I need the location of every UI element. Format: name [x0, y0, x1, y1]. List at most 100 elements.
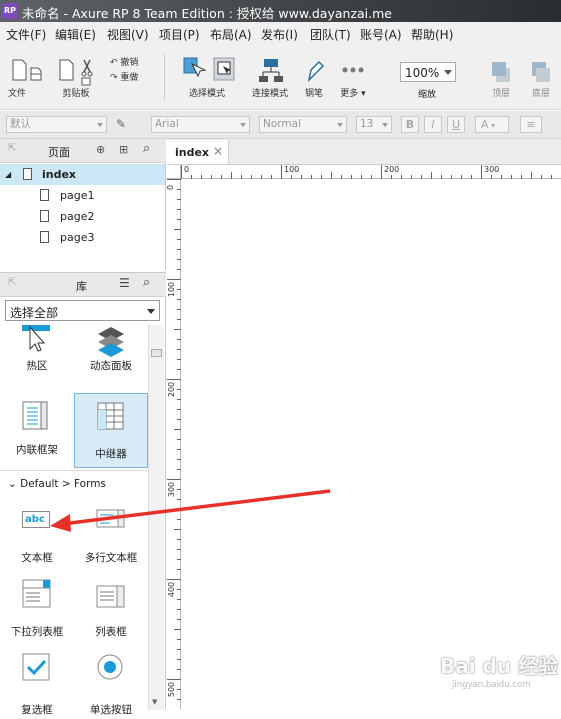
font-weight-select[interactable]: Normal — [259, 116, 347, 133]
collapse-library-icon[interactable]: ⇱ — [8, 277, 16, 288]
underline-button[interactable]: U — [447, 116, 465, 133]
font-size-value: 13 — [360, 118, 374, 130]
inline-frame-icon — [22, 401, 48, 430]
connect-mode-label: 连接模式 — [251, 89, 288, 99]
scroll-down-icon[interactable]: ▼ — [152, 698, 157, 706]
font-select[interactable]: Arial — [151, 116, 250, 133]
scroll-thumb[interactable] — [151, 349, 162, 357]
menu-edit[interactable]: 编辑(E) — [55, 26, 96, 43]
widget-hotspot[interactable]: 热区 — [0, 325, 74, 379]
text-color-glyph: A — [481, 118, 489, 131]
select-mode-button[interactable]: 选择模式 — [176, 56, 238, 99]
widget-label: 动态面板 — [90, 360, 132, 372]
undo-label: 撤销 — [120, 58, 139, 68]
connect-mode-button[interactable]: 连接模式 — [250, 56, 290, 99]
add-page-icon[interactable]: ⊕ — [96, 143, 105, 156]
font-size-select[interactable]: 13 — [356, 116, 392, 133]
select-mode-label: 选择模式 — [188, 89, 225, 99]
menu-team[interactable]: 团队(T) — [310, 26, 351, 43]
ruler-label: 0 — [166, 184, 176, 191]
library-selector[interactable]: 选择全部 — [5, 300, 160, 321]
ruler-corner — [167, 165, 181, 179]
droplist-icon — [22, 579, 51, 608]
section-collapse-icon: ⌄ — [8, 478, 21, 490]
menu-layout[interactable]: 布局(A) — [210, 26, 252, 43]
widget-repeater[interactable]: 中继器 — [74, 393, 148, 468]
pen-icon — [307, 60, 325, 83]
ruler-label: 500 — [167, 681, 177, 698]
library-pane: ⇱ 库 ☰ ⌕ 选择全部 ▼ 热区 动态面板 内联框架 中继器 ⌄ Defaul… — [0, 272, 166, 716]
zoom-value: 100% — [405, 66, 440, 80]
widget-inline-frame[interactable]: 内联框架 — [0, 393, 74, 463]
redo-button[interactable]: ↷ 重做 — [110, 70, 150, 83]
widget-dynamic-panel[interactable]: 动态面板 — [74, 325, 148, 379]
horizontal-ruler: 0 100 200 300 — [181, 165, 561, 179]
horizontal-ruler-ticks — [181, 165, 561, 179]
title-bar: RP 未命名 - Axure RP 8 Team Edition : 授权给 w… — [0, 0, 561, 22]
bring-to-top-label: 顶层 — [491, 89, 510, 99]
page-icon — [23, 168, 32, 180]
italic-button[interactable]: I — [424, 116, 442, 133]
search-pages-icon[interactable]: ⌕ — [143, 141, 150, 156]
ruler-label: 100 — [167, 281, 177, 298]
widget-droplist[interactable]: 下拉列表框 — [0, 575, 74, 645]
search-library-icon[interactable]: ⌕ — [143, 275, 150, 290]
widget-label: 复选框 — [21, 704, 53, 716]
style-select[interactable]: 默认 — [6, 116, 107, 133]
zoom-select[interactable]: 100% — [400, 62, 456, 82]
menu-bar: 文件(F) 编辑(E) 视图(V) 项目(P) 布局(A) 发布(I) 团队(T… — [0, 22, 561, 44]
align-icon: ≡ — [526, 118, 536, 131]
format-bar: 默认 ✎ Arial Normal 13 B I U A ▾ ≡ — [0, 111, 561, 139]
page-label: page3 — [60, 231, 95, 244]
pen-label: 钢笔 — [304, 89, 323, 99]
page-row[interactable]: page2 — [0, 206, 165, 227]
watermark-logo: Bai du 经验 — [440, 654, 559, 678]
page-label: page2 — [60, 210, 95, 223]
bring-to-top-button[interactable]: 顶层 — [484, 58, 518, 99]
vertical-ruler: 0 100 200 300 400 500 — [166, 179, 181, 709]
connect-mode-icon — [259, 59, 283, 82]
collapse-pages-icon[interactable]: ⇱ — [8, 143, 16, 154]
tab-label: index — [175, 146, 210, 159]
more-label: 更多 — [340, 89, 359, 99]
widget-text-field[interactable]: abc 文本框 — [0, 501, 74, 571]
library-selector-caret-icon — [147, 309, 155, 314]
page-row[interactable]: page3 — [0, 227, 165, 248]
undo-button[interactable]: ↶ 撤销 — [110, 55, 150, 68]
add-folder-icon[interactable]: ⊞ — [119, 143, 128, 156]
text-field-icon: abc — [22, 511, 50, 528]
send-to-bottom-button[interactable]: 底层 — [524, 58, 558, 99]
page-label: index — [42, 168, 77, 181]
more-button[interactable]: 更多 ▾ — [336, 56, 370, 99]
file-button[interactable]: 文件 — [6, 58, 46, 99]
forms-section-header[interactable]: ⌄ Default > Forms — [8, 478, 106, 490]
style-edit-icon[interactable]: ✎ — [116, 117, 126, 131]
toolbar-divider — [164, 54, 165, 100]
page-row-index[interactable]: ◢ index — [0, 164, 165, 185]
menu-publish[interactable]: 发布(I) — [261, 26, 298, 43]
clipboard-button[interactable]: 剪贴板 — [56, 58, 96, 99]
file-label: 文件 — [8, 89, 27, 99]
widget-list-box[interactable]: 列表框 — [74, 575, 148, 645]
design-canvas[interactable] — [182, 180, 561, 709]
menu-project[interactable]: 项目(P) — [159, 26, 200, 43]
library-menu-icon[interactable]: ☰ — [119, 276, 130, 290]
pen-button[interactable]: 钢笔 — [300, 56, 328, 99]
bold-button[interactable]: B — [401, 116, 419, 133]
page-row[interactable]: page1 — [0, 185, 165, 206]
tab-close-icon[interactable]: × — [213, 144, 223, 158]
widget-text-area[interactable]: 多行文本框 — [74, 501, 148, 571]
ruler-label: 0 — [184, 165, 190, 174]
widget-label: 中继器 — [95, 448, 127, 460]
text-color-button[interactable]: A ▾ — [475, 116, 509, 133]
align-button[interactable]: ≡ — [520, 116, 542, 133]
menu-help[interactable]: 帮助(H) — [411, 26, 453, 43]
widget-label: 热区 — [26, 360, 48, 372]
tab-index[interactable]: index × — [167, 140, 229, 164]
menu-view[interactable]: 视图(V) — [107, 26, 149, 43]
menu-file[interactable]: 文件(F) — [6, 26, 46, 43]
library-scrollbar[interactable]: ▼ — [148, 325, 164, 710]
expand-icon[interactable]: ◢ — [5, 164, 11, 185]
menu-account[interactable]: 账号(A) — [360, 26, 402, 43]
page-icon — [40, 189, 49, 201]
